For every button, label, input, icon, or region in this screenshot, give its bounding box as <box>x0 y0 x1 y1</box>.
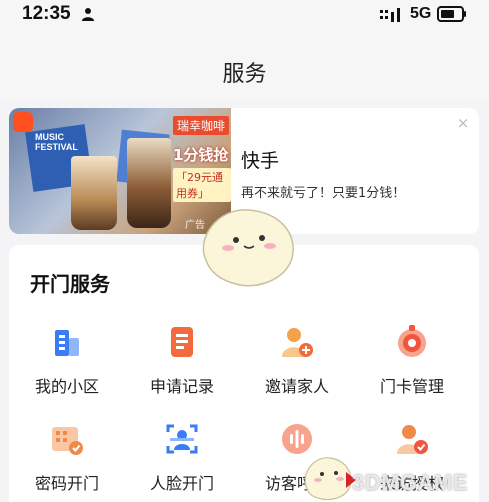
coffee-cup <box>71 156 117 230</box>
card-icon <box>398 325 426 357</box>
watermark: 3DMGAME <box>352 470 468 495</box>
service-item-my-community[interactable]: 我的小区 <box>12 324 122 414</box>
document-icon <box>171 327 193 357</box>
ad-title: 快手 <box>241 150 280 172</box>
visitor-auth-icon <box>397 425 428 454</box>
network-type: 5G <box>410 5 432 22</box>
add-person-icon <box>282 328 313 357</box>
page-header: 服务 <box>0 30 489 100</box>
battery-icon <box>437 6 466 22</box>
ad-coupon: 「29元通用券」 <box>173 168 231 202</box>
person-icon <box>82 8 94 21</box>
password-icon <box>52 427 83 455</box>
service-item-label: 邀请家人 <box>264 377 329 396</box>
service-item-invite-family[interactable]: 邀请家人 <box>242 324 352 414</box>
status-time: 12:35 <box>22 3 71 24</box>
service-item-label: 密码开门 <box>34 474 99 493</box>
coffee-cup-2 <box>127 138 171 228</box>
ad-brand: 瑞幸咖啡 <box>173 116 230 135</box>
ad-description: 再不来就亏了！只要1分钱！ <box>241 186 406 201</box>
service-item-card-management[interactable]: 门卡管理 <box>357 324 467 414</box>
kuaishou-logo-icon <box>13 112 33 132</box>
service-item-label: 门卡管理 <box>379 377 444 396</box>
face-scan-icon <box>166 424 198 454</box>
status-bar: 12:35 5G <box>0 0 489 30</box>
ad-promo: 1分钱抢 <box>173 146 229 164</box>
service-item-label: 我的小区 <box>34 377 99 396</box>
building-icon <box>55 330 79 356</box>
service-item-apply-records[interactable]: 申请记录 <box>127 324 237 414</box>
service-item-password-unlock[interactable]: 密码开门 <box>12 421 122 502</box>
service-item-face-unlock[interactable]: 人脸开门 <box>127 421 237 502</box>
section-title: 开门服务 <box>30 272 110 296</box>
signal-icon <box>380 8 400 22</box>
mascot-sticker-icon <box>202 209 294 287</box>
service-item-label: 申请记录 <box>149 377 214 396</box>
service-item-label: 人脸开门 <box>149 474 214 493</box>
ad-festival-text: MUSIC FESTIVAL <box>35 132 78 152</box>
close-icon[interactable]: × <box>456 116 470 131</box>
page-title: 服务 <box>222 62 267 87</box>
